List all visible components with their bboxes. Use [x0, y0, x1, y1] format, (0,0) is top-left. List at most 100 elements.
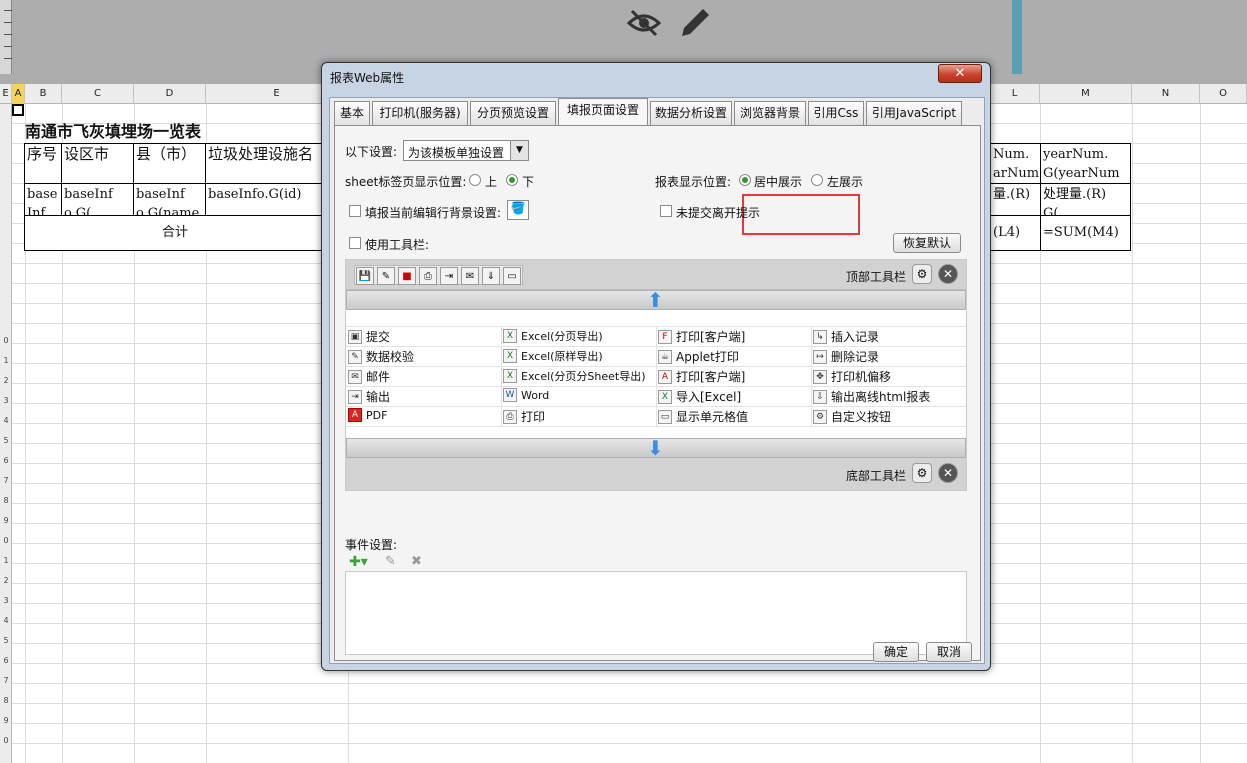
- chevron-down-icon[interactable]: ▼: [510, 141, 528, 160]
- settings-select-value: 为该模板单独设置: [408, 146, 505, 160]
- delete-icon[interactable]: ✖: [411, 554, 422, 569]
- tab-page-preview[interactable]: 分页预览设置: [470, 101, 556, 125]
- header-cell[interactable]: 序号: [24, 143, 62, 184]
- tab-basic[interactable]: 基本: [334, 101, 370, 125]
- column-header[interactable]: N: [1132, 84, 1200, 104]
- add-icon[interactable]: ✚▾: [349, 554, 368, 570]
- sheet-position-down-radio[interactable]: [506, 174, 518, 186]
- toolbar-item-print-client[interactable]: F 打印[客户端]: [658, 328, 745, 345]
- restore-default-button[interactable]: 恢复默认: [893, 233, 961, 253]
- gear-icon[interactable]: ⚙: [912, 264, 932, 284]
- excel-icon: X: [503, 329, 517, 343]
- toolbar-item-delete-record[interactable]: ↦ 删除记录: [813, 348, 879, 365]
- toolbar-item-pdf[interactable]: A PDF: [348, 408, 387, 422]
- toolbar-item-output[interactable]: ⇥ 输出: [348, 388, 390, 405]
- cell-value-icon[interactable]: ▭: [503, 267, 521, 285]
- gear-icon[interactable]: ⚙: [912, 463, 932, 483]
- tab-javascript[interactable]: 引用JavaScript: [866, 101, 962, 125]
- data-cell[interactable]: base Inf: [24, 183, 62, 216]
- header-cell[interactable]: 县（市）: [133, 143, 206, 184]
- total-label-cell[interactable]: 合计: [24, 215, 326, 251]
- report-position-label: 报表显示位置:: [655, 175, 732, 189]
- data-cell[interactable]: baseInf o.G(: [61, 183, 134, 216]
- toolbar-item-word[interactable]: W Word: [503, 388, 549, 402]
- column-header[interactable]: A: [12, 84, 25, 104]
- toolbar-item-excel-page[interactable]: X Excel(分页导出): [503, 328, 603, 344]
- close-icon[interactable]: ✕: [938, 264, 958, 284]
- tab-browser-background[interactable]: 浏览器背景: [734, 101, 806, 125]
- toolbar-item-show-cell-value[interactable]: ▭ 显示单元格值: [658, 408, 748, 425]
- tab-fill-page-settings[interactable]: 填报页面设置: [558, 98, 648, 126]
- report-position-left-radio[interactable]: [811, 174, 823, 186]
- toolbar-item-custom-button[interactable]: ⚙ 自定义按钮: [813, 408, 891, 425]
- header-cell[interactable]: yearNum. G(yearNum: [1040, 143, 1131, 184]
- toolbar-item-print-client-2[interactable]: A 打印[客户端]: [658, 368, 745, 385]
- data-cell[interactable]: 量.(R): [990, 183, 1041, 216]
- tab-data-analysis[interactable]: 数据分析设置: [650, 101, 732, 125]
- selected-cell[interactable]: [12, 104, 24, 116]
- column-header[interactable]: L: [990, 84, 1040, 104]
- use-toolbar-checkbox[interactable]: [349, 237, 361, 249]
- column-header[interactable]: B: [25, 84, 62, 104]
- pdf-icon[interactable]: ■: [398, 267, 416, 285]
- move-up-bar[interactable]: ⬆: [346, 289, 966, 311]
- toolbar-item-mail[interactable]: ✉ 邮件: [348, 368, 390, 385]
- data-cell[interactable]: baseInf o.G(name: [133, 183, 206, 216]
- column-header[interactable]: O: [1200, 84, 1247, 104]
- tab-css[interactable]: 引用Css: [808, 101, 864, 125]
- settings-select[interactable]: 为该模板单独设置 ▼: [403, 140, 529, 161]
- import-icon[interactable]: ⇓: [482, 267, 500, 285]
- data-cell[interactable]: baseInfo.G(id): [205, 183, 325, 216]
- toolbar-item-insert-record[interactable]: ↳ 插入记录: [813, 328, 879, 345]
- header-cell[interactable]: 设区市: [61, 143, 134, 184]
- print-icon: ⎙: [503, 409, 517, 424]
- tab-printer-server[interactable]: 打印机(服务器): [372, 101, 468, 125]
- export-icon[interactable]: ⇥: [440, 267, 458, 285]
- print-icon[interactable]: ⎙: [419, 267, 437, 285]
- cancel-button[interactable]: 取消: [926, 642, 972, 662]
- top-toolbar-label: 顶部工具栏: [846, 270, 907, 284]
- toolbar-item-submit[interactable]: ▣ 提交: [348, 328, 390, 345]
- column-header[interactable]: M: [1040, 84, 1132, 104]
- edit-icon[interactable]: ✎: [385, 554, 396, 569]
- mail-icon: ✉: [348, 369, 362, 384]
- fill-row-background-checkbox[interactable]: [349, 205, 361, 217]
- header-cell[interactable]: Num. arNum: [990, 143, 1041, 184]
- settings-label: 以下设置:: [345, 145, 398, 159]
- header-cell[interactable]: 垃圾处理设施名: [205, 143, 325, 184]
- corner-cell[interactable]: E: [0, 84, 12, 104]
- toolbar-item-import-excel[interactable]: X 导入[Excel]: [658, 388, 741, 405]
- total-cell[interactable]: (L4): [990, 215, 1041, 251]
- top-toolbar: 💾 ✎ ■ ⎙ ⇥ ✉ ⇓ ▭ 顶部工具栏 ⚙ ✕: [346, 260, 966, 290]
- sheet-position-up-label: 上: [485, 175, 498, 189]
- pencil-icon[interactable]: [676, 6, 712, 43]
- validate-icon[interactable]: ✎: [377, 267, 395, 285]
- report-position-center-radio[interactable]: [739, 174, 751, 186]
- sheet-position-up-radio[interactable]: [469, 174, 481, 186]
- toolbar-item-excel-sheet[interactable]: X Excel(分页分Sheet导出): [503, 368, 646, 384]
- excel-icon: X: [503, 369, 517, 383]
- save-icon[interactable]: 💾: [356, 267, 374, 285]
- toolbar-item-validate[interactable]: ✎ 数据校验: [348, 348, 414, 365]
- delete-row-icon: ↦: [813, 349, 827, 364]
- ok-button[interactable]: 确定: [873, 642, 919, 662]
- paint-bucket-icon[interactable]: 🪣: [507, 200, 529, 220]
- toolbar-item-print[interactable]: ⎙ 打印: [503, 408, 545, 425]
- move-down-bar[interactable]: ⬇: [346, 437, 966, 459]
- toolbar-item-printer-offset[interactable]: ✥ 打印机偏移: [813, 368, 891, 385]
- data-cell[interactable]: 处理量.(R) G(: [1040, 183, 1131, 216]
- column-header[interactable]: C: [62, 84, 134, 104]
- toolbar-item-offline-html[interactable]: ⇩ 输出离线html报表: [813, 388, 930, 405]
- eye-hidden-icon[interactable]: [626, 6, 662, 43]
- down-arrow-icon[interactable]: ⬇: [647, 437, 664, 459]
- close-button[interactable]: ✕: [938, 64, 982, 83]
- save-icon: ▣: [348, 329, 362, 344]
- unsubmit-prompt-checkbox[interactable]: [660, 205, 672, 217]
- total-cell[interactable]: =SUM(M4): [1040, 215, 1131, 251]
- toolbar-item-excel-original[interactable]: X Excel(原样导出): [503, 348, 603, 364]
- column-header[interactable]: D: [134, 84, 206, 104]
- up-arrow-icon[interactable]: ⬆: [647, 289, 664, 311]
- toolbar-item-applet-print[interactable]: ☕ Applet打印: [658, 348, 739, 365]
- close-icon[interactable]: ✕: [938, 463, 958, 483]
- mail-icon[interactable]: ✉: [461, 267, 479, 285]
